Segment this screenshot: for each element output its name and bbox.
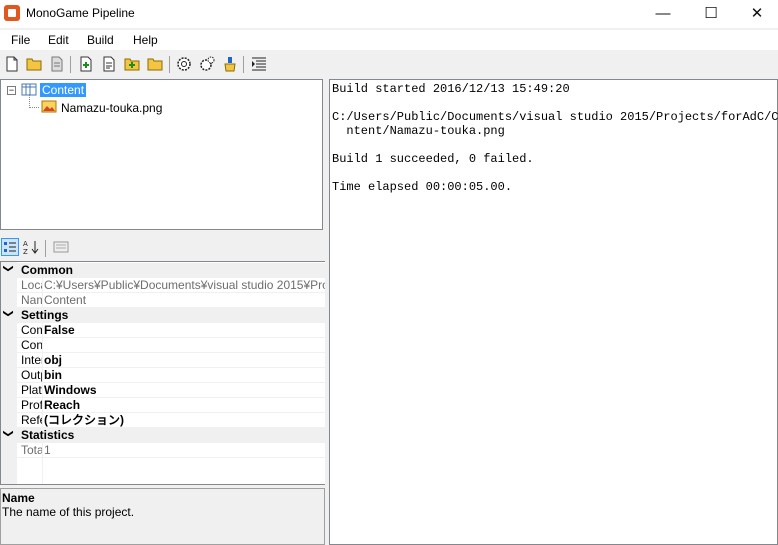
property-row-compress[interactable]: Compress False (1, 323, 325, 338)
property-row-intermediate-dir[interactable]: IntermediateDir obj (1, 353, 325, 368)
tree-root-content[interactable]: Content (40, 83, 87, 97)
tree-item-namazu-touka[interactable]: Namazu-touka.png (61, 101, 162, 115)
property-value[interactable]: Content (44, 293, 86, 308)
monogame-app-icon (4, 5, 20, 21)
property-value[interactable]: Reach (44, 398, 80, 413)
add-item-icon[interactable] (101, 56, 117, 72)
property-value[interactable]: 1 (44, 443, 51, 458)
property-grid-toolbar: AZ (0, 236, 325, 260)
category-label: Statistics (21, 428, 75, 442)
output-line: Build 1 succeeded, 0 failed. (332, 152, 534, 166)
clean-icon[interactable] (222, 56, 238, 72)
property-value[interactable]: Windows (44, 383, 97, 398)
property-name: Platform (21, 383, 42, 397)
property-name: IntermediateDir (21, 353, 42, 367)
build-output-panel[interactable]: Build started 2016/12/13 15:49:20 C:/Use… (329, 79, 778, 545)
toolbar-separator (169, 56, 170, 73)
collapse-expander[interactable]: − (7, 86, 16, 95)
description-title: Name (2, 491, 35, 505)
property-pages-icon[interactable] (53, 239, 69, 255)
property-row-config[interactable]: Config (1, 338, 325, 353)
tree-line (29, 107, 39, 108)
property-row-platform[interactable]: Platform Windows (1, 383, 325, 398)
tree-line (29, 94, 30, 108)
image-file-icon (41, 99, 57, 115)
filter-output-icon[interactable] (251, 56, 267, 72)
menu-bar: File Edit Build Help (0, 30, 778, 50)
property-row-profile[interactable]: Profile Reach (1, 398, 325, 413)
output-line: ntent/Namazu-touka.png (332, 124, 505, 138)
chevron-down-icon[interactable]: ❯ (3, 264, 14, 272)
minimize-button[interactable]: — (640, 0, 686, 28)
property-value[interactable]: C:¥Users¥Public¥Documents¥visual studio … (44, 278, 325, 293)
menu-file[interactable]: File (11, 33, 30, 47)
category-common[interactable]: ❯ Common (1, 263, 325, 278)
property-value[interactable]: False (44, 323, 75, 338)
categorized-view-icon[interactable] (1, 238, 19, 256)
open-icon[interactable] (26, 56, 42, 72)
property-row-output-dir[interactable]: OutputDir bin (1, 368, 325, 383)
add-folder-icon[interactable] (124, 56, 140, 72)
property-name: Total (21, 443, 42, 457)
svg-text:A: A (23, 240, 28, 248)
output-line: Time elapsed 00:00:05.00. (332, 180, 513, 194)
close-button[interactable]: ✕ (734, 0, 778, 28)
property-name: Profile (21, 398, 42, 412)
property-value[interactable]: bin (44, 368, 62, 383)
property-name: Name (21, 293, 42, 307)
rebuild-icon[interactable] (199, 56, 215, 72)
maximize-button[interactable]: ☐ (688, 0, 734, 28)
category-label: Settings (21, 308, 69, 322)
property-description-panel: Name The name of this project. (0, 488, 325, 545)
output-line: C:/Users/Public/Documents/visual studio … (332, 110, 778, 124)
property-grid[interactable]: ❯ Common Location C:¥Users¥Public¥Docume… (0, 261, 325, 485)
property-value[interactable]: obj (44, 353, 62, 368)
close-project-icon[interactable] (49, 56, 65, 72)
description-text: The name of this project. (2, 505, 135, 519)
category-label: Common (21, 263, 73, 277)
new-item-icon[interactable] (78, 56, 94, 72)
property-name: OutputDir (21, 368, 42, 382)
window-title: MonoGame Pipeline (26, 6, 135, 20)
output-line: Build started 2016/12/13 15:49:20 (332, 82, 570, 96)
title-bar: MonoGame Pipeline — ☐ ✕ (0, 0, 778, 28)
toolbar-separator (45, 240, 46, 257)
property-name: Compress (21, 323, 42, 337)
property-name: References (21, 413, 42, 427)
property-row-references[interactable]: References (コレクション) (1, 413, 325, 428)
project-tree[interactable]: − Content Namazu-touka.png (0, 79, 323, 230)
property-row-total[interactable]: Total 1 (1, 443, 325, 458)
menu-build[interactable]: Build (87, 33, 114, 47)
property-row-name[interactable]: Name Content (1, 293, 325, 308)
category-statistics[interactable]: ❯ Statistics (1, 428, 325, 443)
chevron-down-icon[interactable]: ❯ (3, 429, 14, 437)
menu-help[interactable]: Help (133, 33, 158, 47)
open-folder-icon[interactable] (147, 56, 163, 72)
property-name: Config (21, 338, 42, 352)
toolbar-separator (70, 56, 71, 73)
toolbar-separator (243, 56, 244, 73)
build-icon[interactable] (176, 56, 192, 72)
property-name: Location (21, 278, 42, 292)
chevron-down-icon[interactable]: ❯ (3, 309, 14, 317)
new-icon[interactable] (4, 56, 20, 72)
category-settings[interactable]: ❯ Settings (1, 308, 325, 323)
svg-text:Z: Z (23, 248, 28, 255)
property-value[interactable]: (コレクション) (44, 413, 124, 428)
menu-edit[interactable]: Edit (48, 33, 69, 47)
toolbar (0, 53, 778, 77)
alphabetical-sort-icon[interactable]: AZ (23, 239, 39, 255)
property-row-location[interactable]: Location C:¥Users¥Public¥Documents¥visua… (1, 278, 325, 293)
